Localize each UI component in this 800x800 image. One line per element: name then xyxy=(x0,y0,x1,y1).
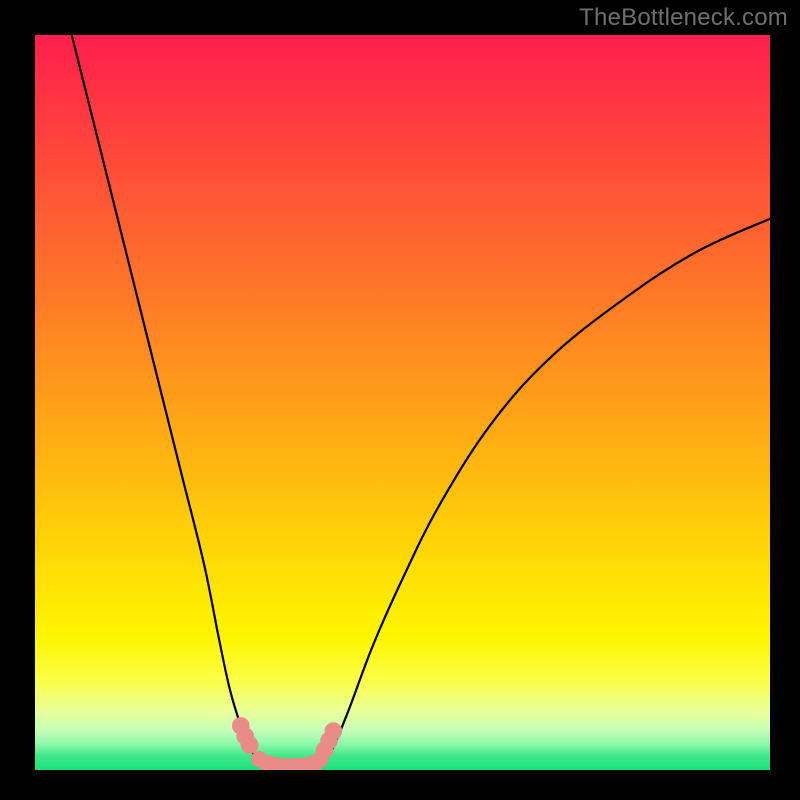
marker-bottom-dots-2 xyxy=(312,752,328,768)
plot-area xyxy=(35,35,770,770)
marker-right-dots xyxy=(325,722,343,740)
marker-bottom-dots-2 xyxy=(251,751,267,767)
bottleneck-curve xyxy=(72,35,770,770)
curve-markers xyxy=(232,717,342,770)
series-right-branch xyxy=(314,219,770,768)
watermark-text: TheBottleneck.com xyxy=(579,4,788,32)
series-left-branch xyxy=(72,35,270,768)
marker-left-dots xyxy=(241,736,259,754)
chart-root: TheBottleneck.com xyxy=(0,0,800,800)
curve-layer xyxy=(35,35,770,770)
